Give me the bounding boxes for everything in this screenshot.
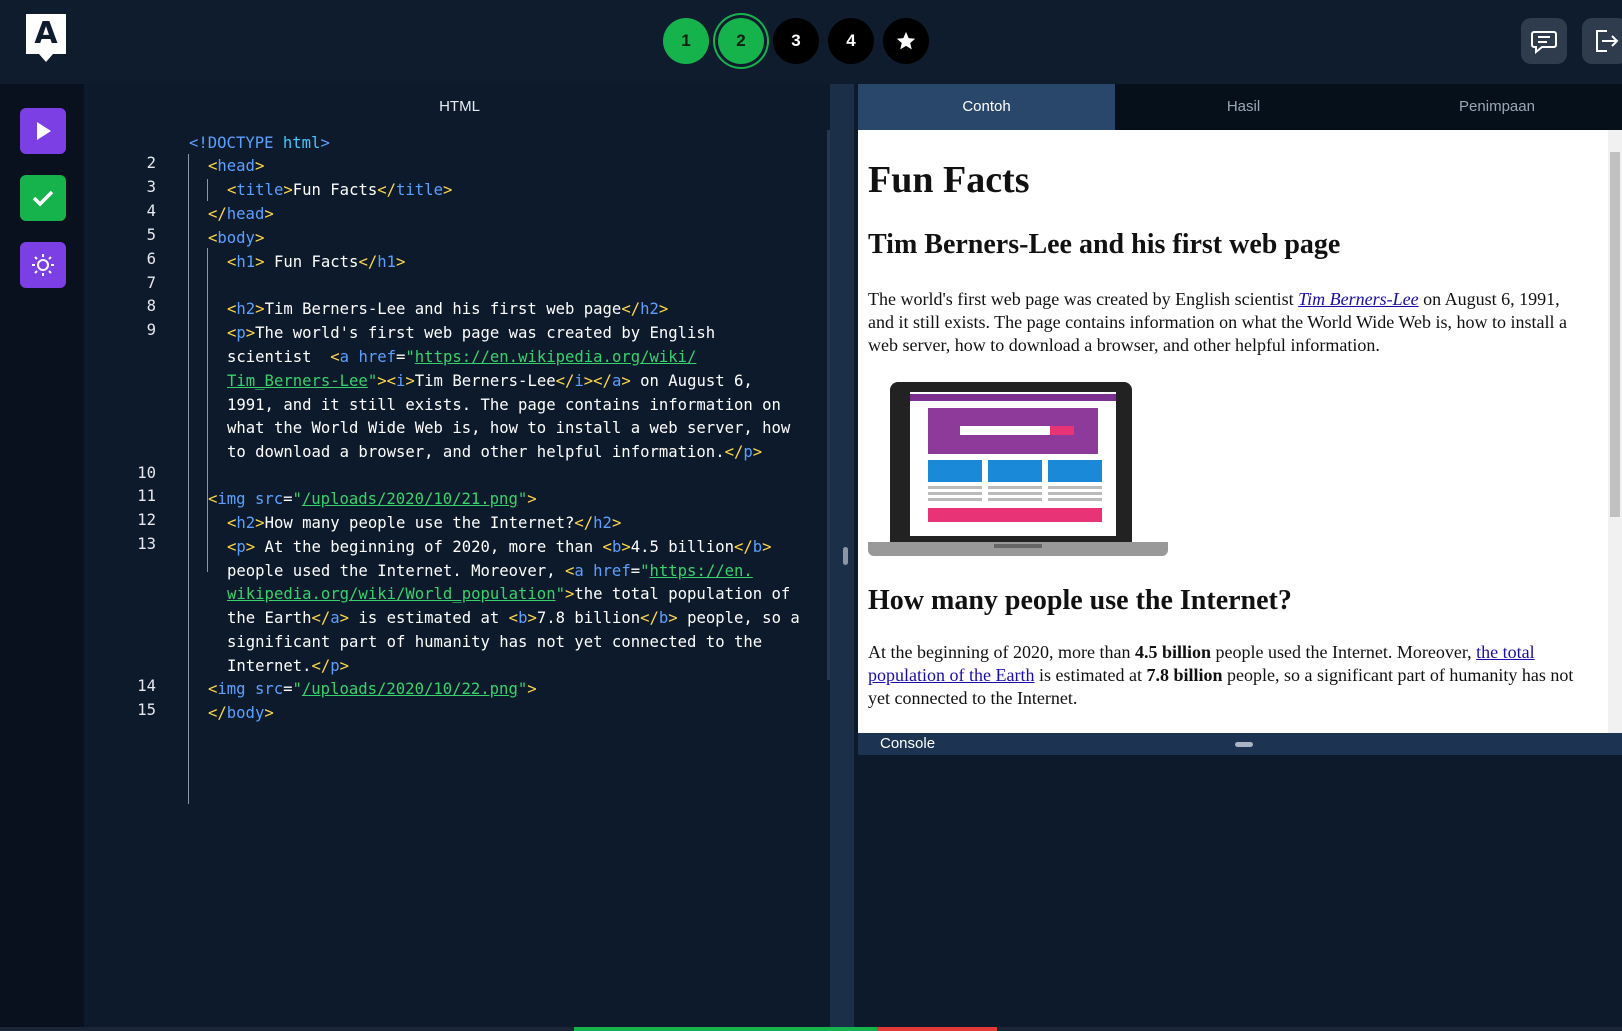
code-line: people used the Internet. Moreover, <a h… [227,562,753,580]
paragraph-text: is estimated at [1034,665,1147,685]
code-line: <h2>How many people use the Internet?</h… [227,514,622,532]
progress-correct [574,1027,877,1031]
line-number: 9 [146,321,156,339]
code-line: scientist <a href="https://en.wikipedia.… [227,348,697,366]
paragraph-text: people used the Internet. Moreover, [1210,642,1477,662]
code-line: <img src="/uploads/2020/10/22.png"> [208,680,537,698]
line-number: 3 [146,178,156,196]
paragraph-text: At the beginning of 2020, more than [868,642,1135,662]
code-line: <head> [208,157,265,175]
code-line: <p>The world's first web page was create… [227,324,716,342]
line-number: 2 [146,154,156,172]
code-line: to download a browser, and other helpful… [227,443,763,461]
check-button[interactable] [20,175,66,221]
play-icon [37,122,51,140]
code-line: Tim_Berners-Lee"><i>Tim Berners-Lee</i><… [227,372,753,390]
editor-title: HTML [439,98,480,115]
scrollbar-thumb[interactable] [1610,152,1620,517]
line-number: 6 [146,250,156,268]
code-line: </body> [208,704,274,722]
indent-guide [207,248,208,572]
chat-icon [1531,31,1557,55]
code-line: <p> At the beginning of 2020, more than … [227,538,772,556]
code-line: <body> [208,229,265,247]
line-number: 15 [137,701,156,719]
run-button[interactable] [20,108,66,154]
code-line: 1991, and it still exists. The page cont… [227,396,781,414]
code-line: <title>Fun Facts</title> [227,181,453,199]
tab-saving[interactable]: Penimpaan [1372,84,1622,130]
logout-icon [1596,30,1619,52]
preview-paragraph: The world's first web page was created b… [868,288,1588,357]
preview-heading-2: Tim Berners-Lee and his first web page [868,229,1341,260]
splitter-handle[interactable] [843,547,848,565]
tab-example[interactable]: Contoh [858,84,1115,130]
line-number: 10 [137,464,156,482]
sun-icon [32,254,54,276]
line-number: 12 [137,511,156,529]
code-line: the Earth</a> is estimated at <b>7.8 bil… [227,609,800,627]
step-3-button[interactable]: 3 [773,18,819,64]
console-resize-handle[interactable] [1235,742,1253,747]
preview-paragraph: At the beginning of 2020, more than 4.5 … [868,641,1588,710]
console-output [858,755,1622,1027]
line-number: 4 [146,202,156,220]
line-number: 13 [137,535,156,553]
preview-heading-1: Fun Facts [868,159,1030,201]
code-line: <h1> Fun Facts</h1> [227,253,406,271]
star-icon [896,31,916,50]
line-number: 8 [146,297,156,315]
line-number: 14 [137,677,156,695]
logout-button[interactable] [1582,18,1622,64]
preview-scrollbar[interactable] [1608,130,1622,733]
line-number: 11 [137,487,156,505]
code-line: </head> [208,205,274,223]
step-4-button[interactable]: 4 [828,18,874,64]
indent-guide [188,154,189,804]
console-header[interactable]: Console [858,733,1622,755]
step-2-button[interactable]: 2 [718,18,764,64]
tim-berners-lee-link[interactable]: Tim Berners-Lee [1298,289,1419,309]
progress-wrong [877,1027,997,1031]
chat-button[interactable] [1521,18,1567,64]
code-line: wikipedia.org/wiki/World_population">the… [227,585,791,603]
check-icon [32,190,54,207]
code-line: <img src="/uploads/2020/10/21.png"> [208,490,537,508]
line-number: 7 [146,274,156,292]
left-toolbar [0,84,84,1031]
bold-number: 7.8 billion [1146,665,1223,685]
tab-result[interactable]: Hasil [1115,84,1372,130]
code-line: <h2>Tim Berners-Lee and his first web pa… [227,300,669,318]
app-logo: A [26,14,66,62]
code-line: what the World Wide Web is, how to insta… [227,419,791,437]
star-step-button[interactable] [883,18,929,64]
bold-number: 4.5 billion [1134,642,1211,662]
step-1-button[interactable]: 1 [663,18,709,64]
code-line: <!DOCTYPE html> [189,134,330,152]
indent-guide [207,179,208,201]
code-line: Internet.</p> [227,657,350,675]
panel-splitter[interactable] [830,84,854,1027]
laptop-image [868,382,1168,556]
line-number: 5 [146,226,156,244]
preview-pane[interactable]: Fun Facts Tim Berners-Lee and his first … [858,130,1622,733]
preview-heading-2: How many people use the Internet? [868,585,1292,616]
console-label: Console [880,735,936,752]
code-line: significant part of humanity has not yet… [227,633,763,651]
theme-button[interactable] [20,242,66,288]
code-editor[interactable]: HTML 2 3 4 5 6 7 8 9 10 11 12 13 14 15 <… [84,84,835,1027]
top-bar: A 1 2 3 4 [0,0,1622,84]
preview-tabs: Contoh Hasil Penimpaan [858,84,1622,130]
paragraph-text: The world's first web page was created b… [868,289,1299,309]
